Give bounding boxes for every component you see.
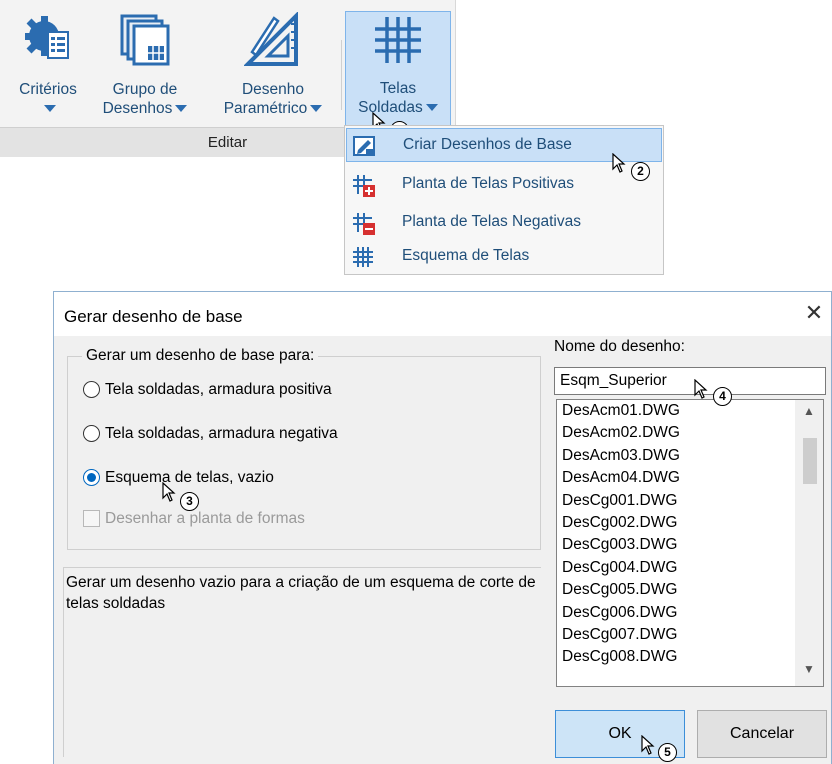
scroll-thumb[interactable] [803, 438, 817, 484]
callout-number: 5 [658, 743, 677, 762]
chevron-down-icon [310, 105, 323, 113]
list-item[interactable]: DesAcm04.DWG [562, 467, 680, 489]
list-item[interactable]: DesCg007.DWG [562, 624, 677, 646]
checkbox-label: Desenhar a planta de formas [105, 510, 305, 527]
description-text: Gerar um desenho vazio para a criação de… [63, 567, 541, 757]
menu-item-label: Planta de Telas Positivas [402, 175, 575, 192]
desenho-parametrico-button[interactable]: Desenho Paramétrico [206, 0, 340, 122]
drawing-group-icon [118, 12, 172, 73]
radio-label: Tela soldadas, armadura negativa [105, 425, 338, 442]
callout-number: 4 [713, 387, 732, 406]
nome-label: Nome do desenho: [554, 338, 685, 355]
grupo-desenhos-button[interactable]: Grupo de Desenhos [84, 0, 206, 122]
ribbon-separator [341, 40, 342, 110]
list-item[interactable]: DesCg005.DWG [562, 579, 677, 601]
menu-item-planta-negativas[interactable]: Planta de Telas Negativas [346, 206, 662, 240]
mouse-cursor-icon [162, 482, 176, 502]
radio-button-selected[interactable] [83, 469, 100, 486]
mesh-negative-icon [352, 212, 376, 241]
mouse-cursor-icon [694, 379, 708, 399]
menu-item-label: Esquema de Telas [402, 247, 530, 264]
radio-label: Esquema de telas, vazio [105, 469, 274, 486]
list-item[interactable]: DesAcm03.DWG [562, 445, 680, 467]
list-item[interactable]: DesCg008.DWG [562, 646, 677, 668]
menu-item-label: Planta de Telas Negativas [402, 213, 581, 230]
telas-label-2: Soldadas [358, 99, 423, 116]
chevron-down-icon [175, 105, 188, 113]
gerar-desenho-dialog: Gerar desenho de base ✕ Gerar um desenho… [53, 291, 832, 764]
list-item[interactable]: DesCg004.DWG [562, 557, 677, 579]
mouse-cursor-icon [641, 735, 655, 755]
radio-button[interactable] [83, 381, 100, 398]
file-list[interactable]: DesCg008.DWG DesCg007.DWG DesCg006.DWG DesC… [556, 399, 824, 687]
mouse-cursor-icon [612, 153, 626, 173]
callout-number: 2 [631, 162, 650, 181]
chevron-down-icon [425, 104, 438, 112]
dialog-title: Gerar desenho de base [64, 307, 243, 326]
list-scrollbar[interactable]: ▲ ▼ [795, 400, 823, 686]
mesh-positive-icon [352, 174, 376, 203]
desenho-label-1: Desenho [241, 81, 305, 98]
mesh-grid-icon [371, 13, 425, 72]
list-item[interactable]: DesCg001.DWG [562, 490, 677, 512]
menu-item-planta-positivas[interactable]: Planta de Telas Positivas [346, 168, 662, 202]
telas-soldadas-button[interactable]: Telas Soldadas [345, 11, 451, 135]
desenho-label-2: Paramétrico [223, 100, 308, 117]
options-group: Gerar um desenho de base para: Tela sold… [67, 347, 541, 550]
list-item[interactable]: DesAcm01.DWG [562, 400, 680, 422]
chevron-down-icon [43, 105, 56, 113]
grupo-label-2: Desenhos [102, 100, 173, 117]
menu-item-label: Criar Desenhos de Base [403, 136, 572, 153]
list-item[interactable]: DesAcm02.DWG [562, 422, 680, 444]
telas-dropdown-menu: Criar Desenhos de Base Planta de Telas P… [344, 125, 664, 275]
close-icon[interactable]: ✕ [803, 302, 825, 324]
list-item[interactable]: DesCg002.DWG [562, 512, 677, 534]
grupo-label-1: Grupo de [112, 81, 178, 98]
create-base-drawing-icon [353, 135, 377, 162]
criterios-button[interactable]: Critérios [8, 0, 88, 122]
planta-formas-checkbox[interactable] [83, 510, 100, 527]
group-legend: Gerar um desenho de base para: [82, 347, 319, 365]
list-item[interactable]: DesCg006.DWG [562, 602, 677, 624]
scroll-down-icon[interactable]: ▼ [795, 662, 823, 684]
nome-desenho-input[interactable]: Esqm_Superior [554, 367, 826, 395]
radio-button[interactable] [83, 425, 100, 442]
criteria-gear-icon [22, 12, 74, 69]
telas-label-1: Telas [379, 80, 417, 97]
callout-number: 3 [180, 492, 199, 511]
list-item[interactable]: DesCg003.DWG [562, 534, 677, 556]
mesh-grid-icon [352, 246, 374, 273]
criterios-label: Critérios [19, 81, 77, 98]
scroll-up-icon[interactable]: ▲ [795, 404, 823, 426]
set-square-pencil-icon [243, 11, 302, 75]
menu-item-esquema-telas[interactable]: Esquema de Telas [346, 240, 662, 274]
radio-label: Tela soldadas, armadura positiva [105, 381, 332, 398]
cancelar-button[interactable]: Cancelar [697, 710, 827, 758]
